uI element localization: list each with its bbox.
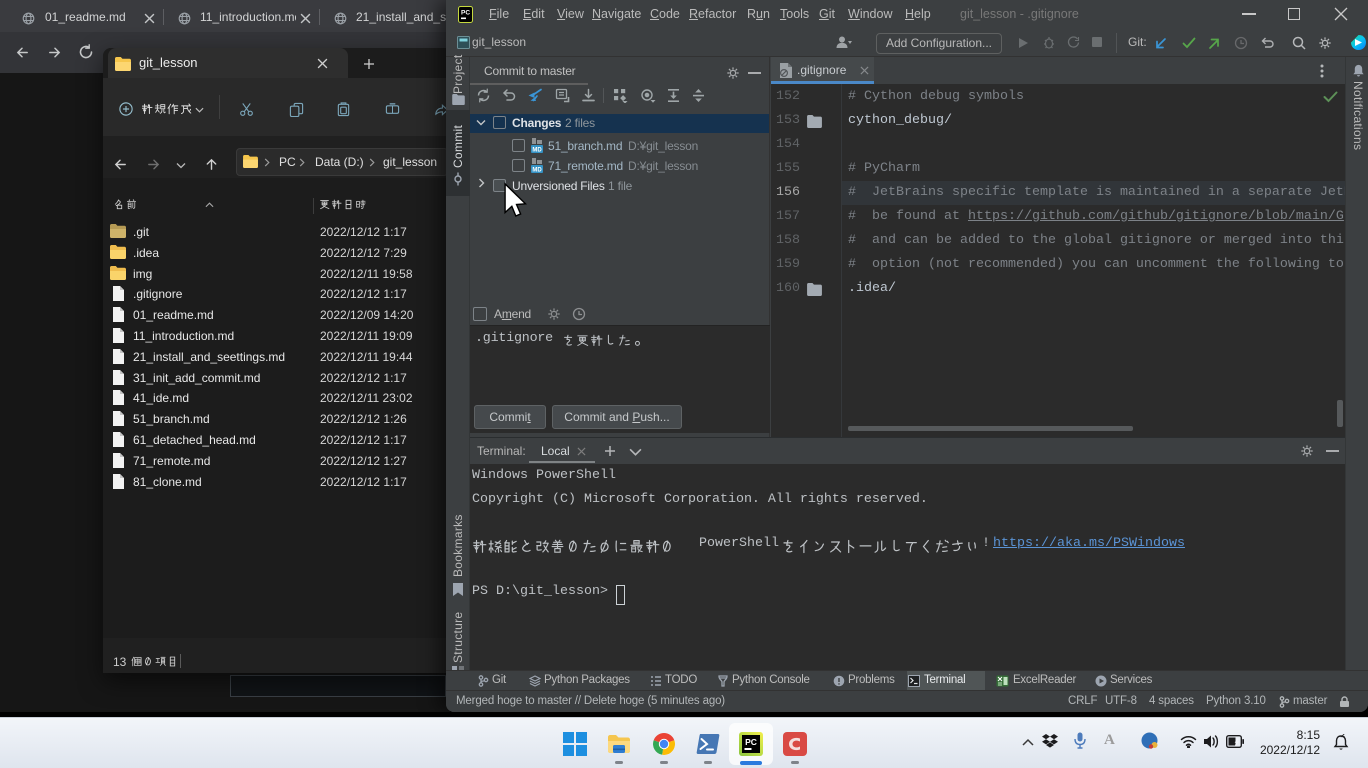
svg-text:PC: PC (461, 10, 470, 17)
svg-text:MD: MD (532, 148, 542, 154)
svg-text:PC: PC (745, 737, 757, 747)
svg-text:MD: MD (532, 168, 542, 174)
